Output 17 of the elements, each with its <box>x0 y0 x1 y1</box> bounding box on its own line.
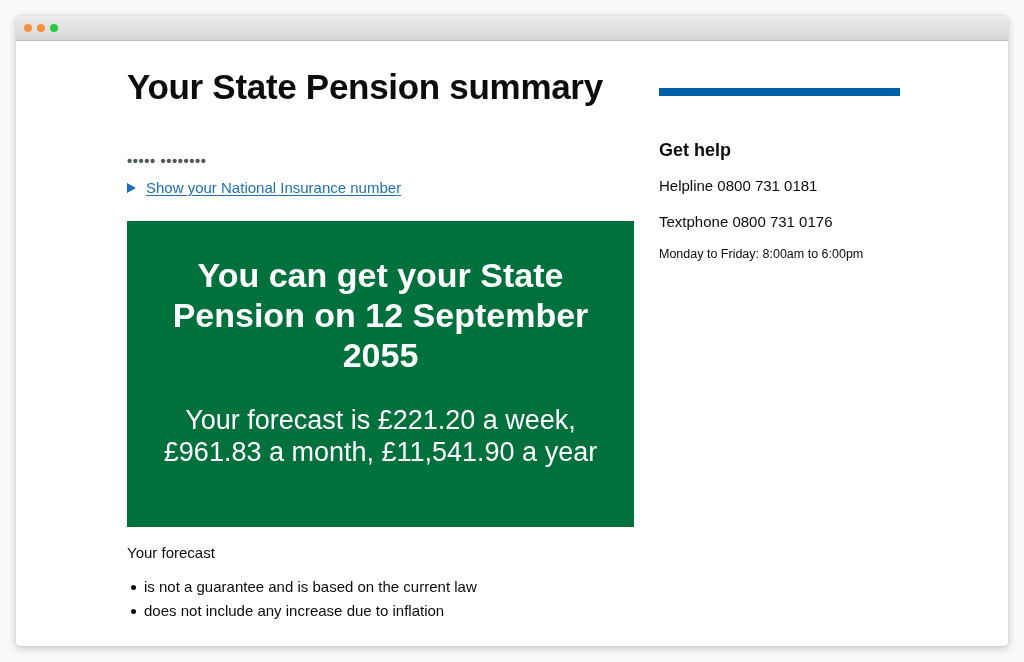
bullet-icon <box>131 608 136 614</box>
opening-hours: Monday to Friday: 8:00am to 6:00pm <box>659 246 865 263</box>
masked-ni-number: ••••• •••••••• <box>127 151 207 171</box>
panel-title: You can get your State Pension on 12 September 2055 <box>171 255 590 375</box>
bullet-icon <box>131 584 136 590</box>
close-icon[interactable] <box>24 24 32 32</box>
contact-line: Helpline 0800 731 0181 <box>659 176 819 196</box>
contact-line: Textphone 0800 731 0176 <box>659 212 834 232</box>
sidebar-heading: Get help <box>659 139 732 162</box>
forecast-point: is not a guarantee and is based on the current law <box>144 577 477 597</box>
forecast-amounts: Your forecast is £221.20 a week, £961.83 a month, £11,541.90 a year <box>162 404 599 468</box>
show-ni-number-toggle[interactable]: Show your National Insurance number <box>127 177 402 199</box>
maximize-icon[interactable] <box>50 24 58 32</box>
forecast-point: does not include any increase due to inflation <box>144 601 445 621</box>
page-heading: Your State Pension summary <box>127 66 603 108</box>
minimize-icon[interactable] <box>37 24 45 32</box>
forecast-intro: Your forecast <box>127 543 215 563</box>
